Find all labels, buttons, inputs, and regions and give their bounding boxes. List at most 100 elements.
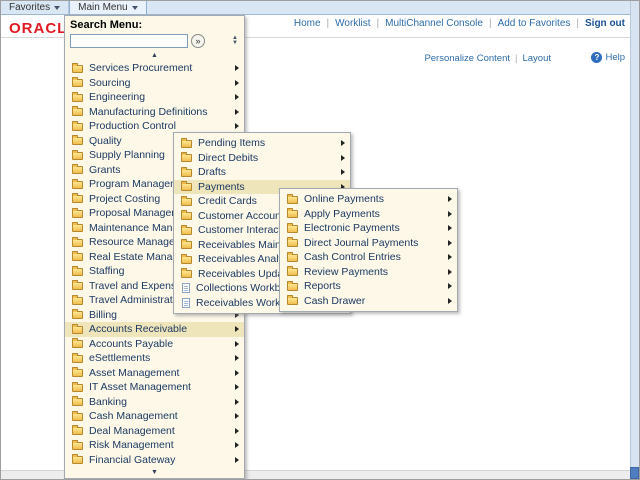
menu-item-label: Cash Management xyxy=(89,410,231,422)
main-menu-button[interactable]: Main Menu xyxy=(69,1,146,14)
favorites-menu-button[interactable]: Favorites xyxy=(1,1,69,14)
menu-item-accounts-payable[interactable]: Accounts Payable xyxy=(65,337,244,352)
submenu-arrow-icon xyxy=(448,225,452,231)
folder-icon xyxy=(72,268,83,276)
chevron-down-icon xyxy=(54,6,60,10)
menu-item-review-payments[interactable]: Review Payments xyxy=(280,265,457,280)
menu-item-direct-debits[interactable]: Direct Debits xyxy=(174,151,350,166)
submenu-arrow-icon xyxy=(448,269,452,275)
menu-item-manufacturing-definitions[interactable]: Manufacturing Definitions xyxy=(65,105,244,120)
folder-icon xyxy=(72,108,83,116)
submenu-arrow-icon xyxy=(235,355,239,361)
submenu-arrow-icon xyxy=(235,370,239,376)
submenu-arrow-icon xyxy=(235,442,239,448)
folder-icon xyxy=(181,227,192,235)
folder-icon xyxy=(72,123,83,131)
submenu-arrow-icon xyxy=(341,169,345,175)
menu-item-financial-gateway[interactable]: Financial Gateway xyxy=(65,453,244,468)
menu-item-deal-management[interactable]: Deal Management xyxy=(65,424,244,439)
menu-item-label: Drafts xyxy=(198,166,337,178)
worklist-link[interactable]: Worklist xyxy=(335,18,370,29)
menu-item-risk-management[interactable]: Risk Management xyxy=(65,438,244,453)
vertical-scrollbar-button[interactable] xyxy=(630,467,639,479)
folder-icon xyxy=(287,283,298,291)
submenu-arrow-icon xyxy=(235,399,239,405)
menu-item-label: Electronic Payments xyxy=(304,222,444,234)
menu-item-label: IT Asset Management xyxy=(89,381,231,393)
personalize-content-link[interactable]: Personalize Content xyxy=(424,53,510,64)
menu-item-cash-management[interactable]: Cash Management xyxy=(65,409,244,424)
submenu-arrow-icon xyxy=(235,109,239,115)
menu-item-banking[interactable]: Banking xyxy=(65,395,244,410)
folder-icon xyxy=(287,268,298,276)
folder-icon xyxy=(72,181,83,189)
submenu-arrow-icon xyxy=(341,155,345,161)
scroll-down-icon: ▼ xyxy=(151,469,158,476)
menu-item-asset-management[interactable]: Asset Management xyxy=(65,366,244,381)
folder-icon xyxy=(72,65,83,73)
folder-icon xyxy=(72,326,83,334)
menu-item-engineering[interactable]: Engineering xyxy=(65,90,244,105)
folder-icon xyxy=(72,282,83,290)
menu-item-online-payments[interactable]: Online Payments xyxy=(280,192,457,207)
menu-item-esettlements[interactable]: eSettlements xyxy=(65,351,244,366)
submenu-arrow-icon xyxy=(448,254,452,260)
folder-icon xyxy=(72,456,83,464)
menu-item-label: Reports xyxy=(304,280,444,292)
home-link[interactable]: Home xyxy=(294,18,321,29)
menu-item-electronic-payments[interactable]: Electronic Payments xyxy=(280,221,457,236)
folder-icon xyxy=(72,369,83,377)
menu-item-reports[interactable]: Reports xyxy=(280,279,457,294)
folder-icon xyxy=(72,413,83,421)
menu-item-it-asset-management[interactable]: IT Asset Management xyxy=(65,380,244,395)
folder-icon xyxy=(181,169,192,177)
folder-icon xyxy=(181,154,192,162)
menu-item-accounts-receivable[interactable]: Accounts Receivable xyxy=(65,322,244,337)
payments-submenu: Online PaymentsApply PaymentsElectronic … xyxy=(279,188,458,312)
separator: | xyxy=(576,18,579,29)
menu-item-label: Pending Items xyxy=(198,137,337,149)
folder-icon xyxy=(181,140,192,148)
menu-item-label: Cash Drawer xyxy=(304,295,444,307)
main-menu-label: Main Menu xyxy=(78,2,127,13)
folder-icon xyxy=(181,183,192,191)
chevron-down-icon xyxy=(132,6,138,10)
document-icon xyxy=(182,298,190,308)
multichannel-console-link[interactable]: MultiChannel Console xyxy=(385,18,483,29)
folder-icon xyxy=(72,253,83,261)
folder-icon xyxy=(72,427,83,435)
menu-item-label: Cash Control Entries xyxy=(304,251,444,263)
submenu-arrow-icon xyxy=(448,298,452,304)
menu-item-services-procurement[interactable]: Services Procurement xyxy=(65,61,244,76)
document-icon xyxy=(182,283,190,293)
menu-item-pending-items[interactable]: Pending Items xyxy=(174,136,350,151)
help-link[interactable]: ? Help xyxy=(591,52,625,63)
folder-icon xyxy=(72,398,83,406)
menu-scroll-up-button[interactable]: ▲ xyxy=(65,50,244,61)
menu-item-label: Financial Gateway xyxy=(89,454,231,466)
vertical-scrollbar[interactable] xyxy=(630,1,639,470)
separator: | xyxy=(327,18,330,29)
folder-icon xyxy=(181,256,192,264)
menu-scrollbar[interactable]: ▲ ▼ xyxy=(232,36,239,46)
menu-scroll-down-button[interactable]: ▼ xyxy=(65,467,244,478)
menu-item-drafts[interactable]: Drafts xyxy=(174,165,350,180)
app-window: Favorites Main Menu ORACLE Home | Workli… xyxy=(0,0,640,480)
menu-item-label: eSettlements xyxy=(89,352,231,364)
add-to-favorites-link[interactable]: Add to Favorites xyxy=(498,18,571,29)
menu-item-direct-journal-payments[interactable]: Direct Journal Payments xyxy=(280,236,457,251)
search-go-button[interactable]: » xyxy=(191,34,205,48)
folder-icon xyxy=(72,384,83,392)
folder-icon xyxy=(72,442,83,450)
payments-item-list: Online PaymentsApply PaymentsElectronic … xyxy=(280,192,457,308)
menu-item-cash-control-entries[interactable]: Cash Control Entries xyxy=(280,250,457,265)
layout-link[interactable]: Layout xyxy=(522,53,551,64)
menu-search-input[interactable] xyxy=(70,34,188,48)
menu-item-apply-payments[interactable]: Apply Payments xyxy=(280,207,457,222)
help-label: Help xyxy=(605,52,625,63)
menu-item-sourcing[interactable]: Sourcing xyxy=(65,76,244,91)
sign-out-link[interactable]: Sign out xyxy=(585,18,625,29)
menu-item-cash-drawer[interactable]: Cash Drawer xyxy=(280,294,457,309)
help-icon: ? xyxy=(591,52,602,63)
folder-icon xyxy=(287,297,298,305)
